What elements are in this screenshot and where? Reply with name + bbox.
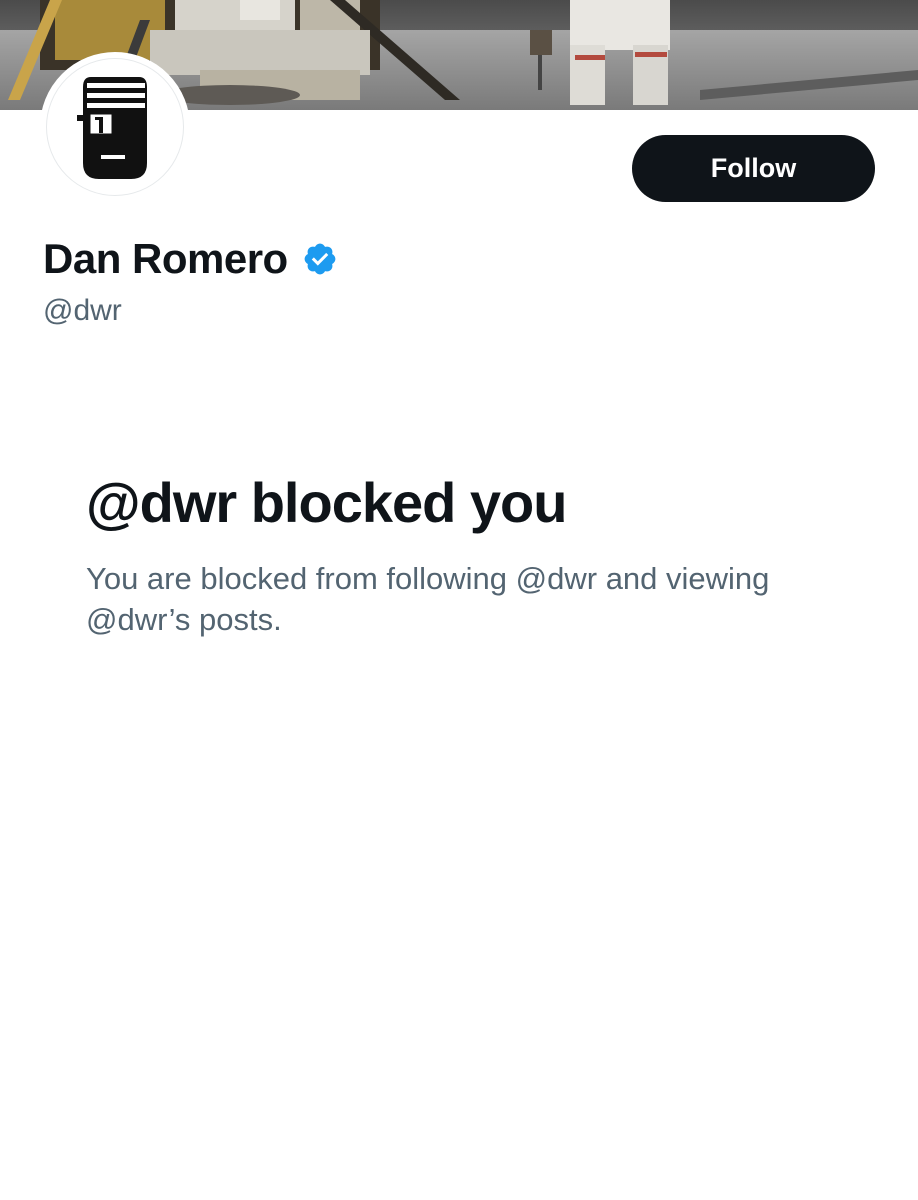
profile-name-row: Dan Romero [43, 232, 338, 286]
blocked-description: You are blocked from following @dwr and … [86, 561, 770, 637]
profile-handle: @dwr [43, 294, 122, 327]
blocked-title: @dwr blocked you [86, 471, 567, 534]
profile-avatar[interactable] [40, 52, 190, 202]
display-name: Dan Romero [43, 235, 288, 282]
verified-badge-icon[interactable] [302, 241, 338, 277]
bandaged-face-avatar-icon [77, 77, 147, 179]
follow-button[interactable]: Follow [632, 135, 875, 202]
